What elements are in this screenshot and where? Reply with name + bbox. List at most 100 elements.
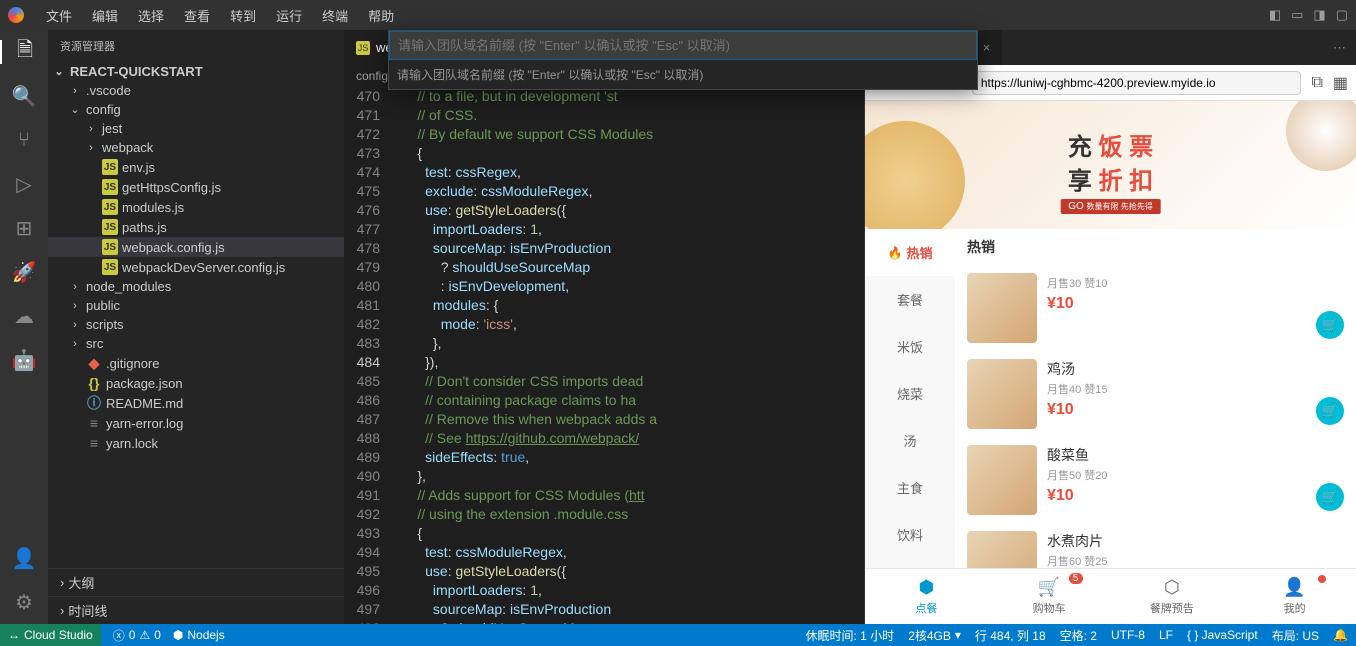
- errors-indicator[interactable]: ⓧ 0 ⚠ 0: [113, 627, 161, 644]
- menu-文件[interactable]: 文件: [36, 2, 82, 29]
- chevron-icon: ›: [68, 300, 82, 312]
- js-icon: JS: [102, 219, 118, 235]
- code-editor[interactable]: 4704714724734744754764774784794804814824…: [344, 87, 864, 624]
- nav-我的[interactable]: 👤我的: [1233, 569, 1356, 624]
- tree-src[interactable]: ›src: [48, 334, 344, 353]
- txt-icon: ≡: [86, 435, 102, 451]
- layout-icon-3[interactable]: ◨: [1313, 7, 1325, 23]
- category-套餐[interactable]: 套餐: [865, 276, 955, 323]
- nav-点餐[interactable]: ⬢点餐: [865, 569, 988, 624]
- preview-tab-actions[interactable]: ⋯: [1323, 40, 1356, 56]
- cloud-icon[interactable]: ☁: [12, 304, 36, 328]
- category-主食[interactable]: 主食: [865, 464, 955, 511]
- git-icon: ◆: [86, 355, 102, 371]
- tree-modules.js[interactable]: JSmodules.js: [48, 197, 344, 217]
- tree-node_modules[interactable]: ›node_modules: [48, 277, 344, 296]
- menu-转到[interactable]: 转到: [220, 2, 266, 29]
- product-item[interactable]: 月售30 赞10¥10🛒: [955, 265, 1356, 351]
- language[interactable]: { } JavaScript: [1187, 627, 1258, 644]
- minimap[interactable]: [824, 87, 864, 624]
- menu-运行[interactable]: 运行: [266, 2, 312, 29]
- input-modal: 请输入团队域名前缀 (按 "Enter" 以确认或按 "Esc" 以取消): [388, 30, 978, 90]
- rocket-icon[interactable]: 🚀: [12, 260, 36, 284]
- close-icon[interactable]: ×: [983, 40, 991, 55]
- layout-icon-4[interactable]: ▢: [1336, 7, 1348, 23]
- tree-getHttpsConfig.js[interactable]: JSgetHttpsConfig.js: [48, 177, 344, 197]
- category-米饭[interactable]: 米饭: [865, 323, 955, 370]
- spaces[interactable]: 空格: 2: [1060, 627, 1097, 644]
- bottom-nav: ⬢点餐🛒购物车5⬡餐牌预告👤我的: [865, 568, 1356, 624]
- add-to-cart-button[interactable]: 🛒: [1316, 397, 1344, 425]
- product-list: 热销 月售30 赞10¥10🛒鸡汤月售40 赞15¥10🛒酸菜鱼月售50 赞20…: [955, 229, 1356, 568]
- explorer-icon[interactable]: 🗎: [0, 40, 48, 64]
- menu-帮助[interactable]: 帮助: [358, 2, 404, 29]
- debug-icon[interactable]: ▷: [12, 172, 36, 196]
- settings-icon[interactable]: ⚙: [12, 590, 36, 614]
- spec[interactable]: 2核4GB ▾: [908, 627, 961, 644]
- url-input[interactable]: [972, 71, 1302, 95]
- tree-jest[interactable]: ›jest: [48, 119, 344, 138]
- tree-yarn.lock[interactable]: ≡yarn.lock: [48, 433, 344, 453]
- tree-paths.js[interactable]: JSpaths.js: [48, 217, 344, 237]
- category-烧菜[interactable]: 烧菜: [865, 370, 955, 417]
- devtools-icon[interactable]: ⧉: [1311, 74, 1322, 92]
- preview-pane: 预览 (node:4200) × ⋯ ↗ ← → ⟳ ⧉ ▦ 充 饭 票 享 折…: [864, 30, 1356, 624]
- modal-input[interactable]: [389, 31, 977, 60]
- layout-icon-1[interactable]: ◧: [1269, 7, 1281, 23]
- menu-选择[interactable]: 选择: [128, 2, 174, 29]
- tree-scripts[interactable]: ›scripts: [48, 315, 344, 334]
- cursor-pos[interactable]: 行 484, 列 18: [975, 627, 1046, 644]
- encoding[interactable]: UTF-8: [1111, 627, 1145, 644]
- category-热销[interactable]: 热销: [865, 229, 955, 276]
- add-to-cart-button[interactable]: 🛒: [1316, 483, 1344, 511]
- promo-banner[interactable]: 充 饭 票 享 折 扣 GO 数量有限 先抢先得: [865, 101, 1356, 229]
- robot-icon[interactable]: 🤖: [12, 348, 36, 372]
- section-大纲[interactable]: ›大纲: [48, 568, 344, 596]
- nav-购物车[interactable]: 🛒购物车5: [988, 569, 1111, 624]
- tree-env.js[interactable]: JSenv.js: [48, 157, 344, 177]
- tree-config[interactable]: ⌄config: [48, 100, 344, 119]
- category-饮料[interactable]: 饮料: [865, 511, 955, 558]
- nav-餐牌预告[interactable]: ⬡餐牌预告: [1111, 569, 1234, 624]
- bell-icon[interactable]: 🔔: [1333, 627, 1348, 644]
- category-汤[interactable]: 汤: [865, 417, 955, 464]
- product-item[interactable]: 水煮肉片月售60 赞25🛒: [955, 523, 1356, 568]
- tree-webpack[interactable]: ›webpack: [48, 138, 344, 157]
- tree-README.md[interactable]: ⓘREADME.md: [48, 393, 344, 413]
- section-时间线[interactable]: ›时间线: [48, 596, 344, 624]
- extensions-icon[interactable]: ⊞: [12, 216, 36, 240]
- product-item[interactable]: 鸡汤月售40 赞15¥10🛒: [955, 351, 1356, 437]
- search-icon[interactable]: 🔍: [12, 84, 36, 108]
- js-icon: JS: [102, 259, 118, 275]
- product-item[interactable]: 酸菜鱼月售50 赞20¥10🛒: [955, 437, 1356, 523]
- chevron-icon: ⌄: [68, 103, 82, 116]
- cloud-studio-button[interactable]: ↔ Cloud Studio: [0, 624, 101, 646]
- tree-package.json[interactable]: {}package.json: [48, 373, 344, 393]
- add-to-cart-button[interactable]: 🛒: [1316, 311, 1344, 339]
- tree-yarn-error.log[interactable]: ≡yarn-error.log: [48, 413, 344, 433]
- git-icon[interactable]: ⑂: [12, 128, 36, 152]
- nav-icon: ⬢: [919, 577, 935, 598]
- qr-icon[interactable]: ▦: [1333, 73, 1348, 93]
- account-icon[interactable]: 👤: [12, 546, 36, 570]
- chevron-icon: ›: [68, 338, 82, 350]
- eol[interactable]: LF: [1159, 627, 1173, 644]
- tree-public[interactable]: ›public: [48, 296, 344, 315]
- project-root[interactable]: ⌄ REACT-QUICKSTART: [48, 62, 344, 81]
- menu-查看[interactable]: 查看: [174, 2, 220, 29]
- layout-icon-2[interactable]: ▭: [1291, 7, 1303, 23]
- tree-.vscode[interactable]: ›.vscode: [48, 81, 344, 100]
- tree-webpackDevServer.config.js[interactable]: JSwebpackDevServer.config.js: [48, 257, 344, 277]
- menu-终端[interactable]: 终端: [312, 2, 358, 29]
- runtime-indicator[interactable]: ⬢ Nodejs: [173, 628, 225, 642]
- tree-.gitignore[interactable]: ◆.gitignore: [48, 353, 344, 373]
- editor-area: JS webpack.config.js ⋯ config›webpack.co…: [344, 30, 864, 624]
- js-icon: JS: [102, 179, 118, 195]
- layout[interactable]: 布局: US: [1272, 627, 1319, 644]
- file-tree: ⌄ REACT-QUICKSTART ›.vscode⌄config›jest›…: [48, 62, 344, 568]
- tree-webpack.config.js[interactable]: JSwebpack.config.js: [48, 237, 344, 257]
- menu-编辑[interactable]: 编辑: [82, 2, 128, 29]
- status-bar: ↔ Cloud Studio ⓧ 0 ⚠ 0 ⬢ Nodejs 休眠时间: 1 …: [0, 624, 1356, 646]
- idle-time[interactable]: 休眠时间: 1 小时: [806, 627, 895, 644]
- js-icon: JS: [102, 239, 118, 255]
